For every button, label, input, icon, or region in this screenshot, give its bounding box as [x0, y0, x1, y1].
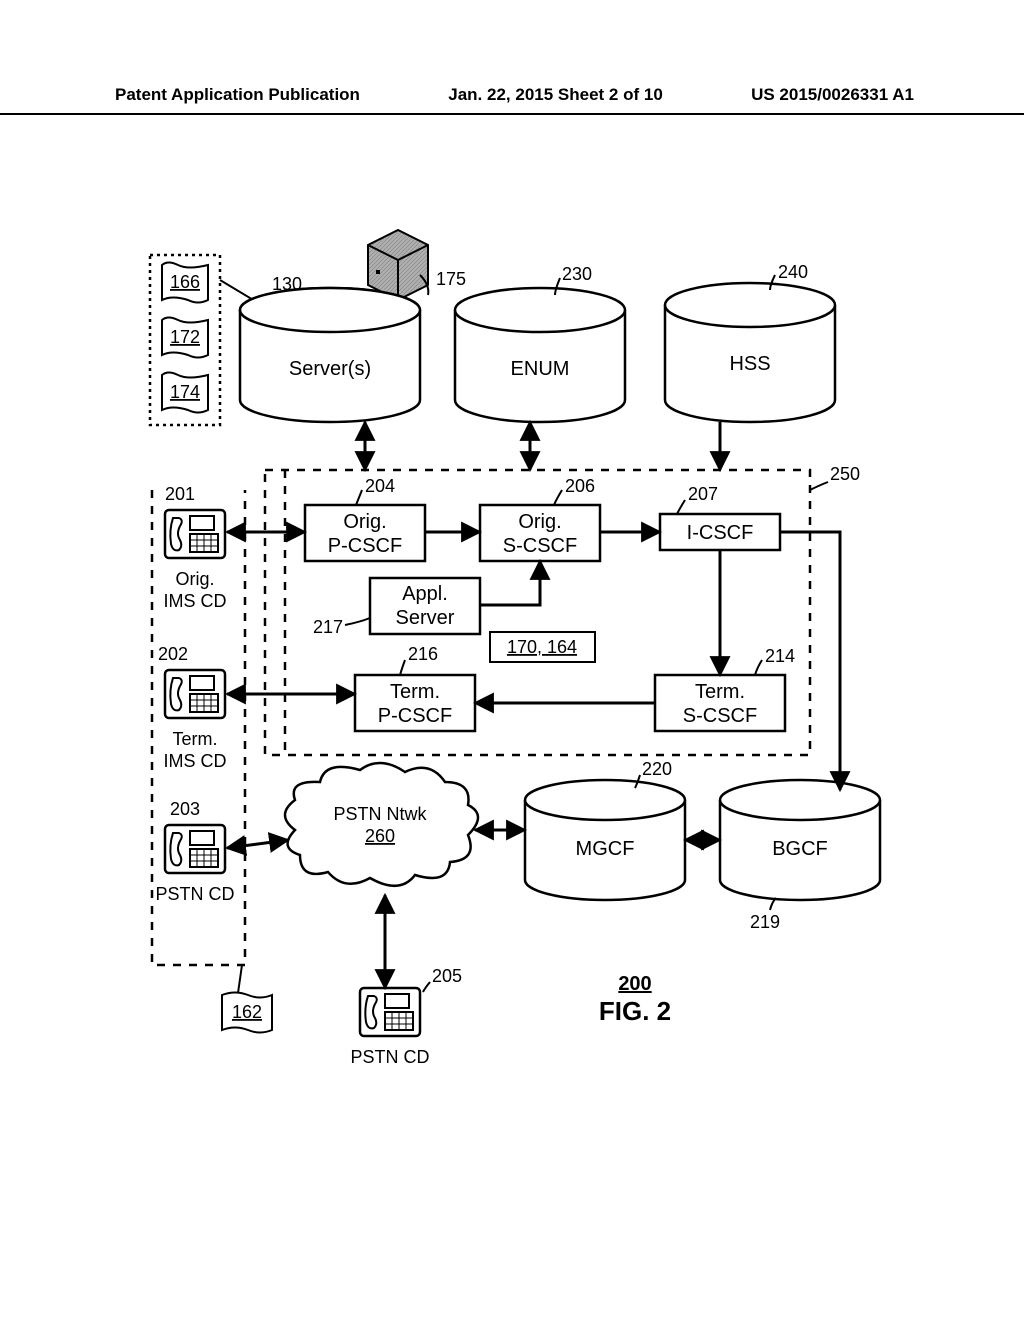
svg-text:S-CSCF: S-CSCF — [503, 535, 577, 557]
icscf-label: I-CSCF — [687, 522, 754, 544]
header-left: Patent Application Publication — [115, 85, 360, 105]
svg-text:Server: Server — [396, 607, 455, 629]
servers-label: Server(s) — [289, 358, 371, 380]
page: Patent Application Publication Jan. 22, … — [0, 0, 1024, 1320]
ref-207: 207 — [688, 484, 718, 504]
term-imscd-l1: Term. — [173, 729, 218, 749]
ref-230: 230 — [562, 264, 592, 284]
svg-text:Term.: Term. — [695, 681, 745, 703]
ref-205: 205 — [432, 966, 462, 986]
ref-203: 203 — [170, 799, 200, 819]
phone-203 — [165, 825, 225, 873]
term-imscd-l2: IMS CD — [164, 751, 227, 771]
hss-label: HSS — [729, 353, 770, 375]
pstn-ntwk-label: PSTN Ntwk — [333, 804, 427, 824]
svg-text:P-CSCF: P-CSCF — [328, 535, 402, 557]
pstn-cd-l1: PSTN CD — [155, 884, 234, 904]
svg-text:Appl.: Appl. — [402, 583, 448, 605]
svg-text:Term.: Term. — [390, 681, 440, 703]
ref-162: 162 — [232, 1002, 262, 1022]
mgcf-label: MGCF — [576, 838, 635, 860]
svg-text:P-CSCF: P-CSCF — [378, 705, 452, 727]
ref-202: 202 — [158, 644, 188, 664]
diagram: 166 172 174 Serv — [110, 200, 890, 1100]
pstn-cloud: PSTN Ntwk 260 — [285, 763, 478, 886]
svg-text:Orig.: Orig. — [343, 511, 386, 533]
enum-label: ENUM — [511, 358, 570, 380]
page-header: Patent Application Publication Jan. 22, … — [0, 85, 1024, 115]
ref-216: 216 — [408, 644, 438, 664]
ref-166: 166 — [170, 272, 200, 292]
orig-imscd-l2: IMS CD — [164, 591, 227, 611]
phone-201 — [165, 510, 225, 558]
ref-201: 201 — [165, 484, 195, 504]
ref-220: 220 — [642, 759, 672, 779]
ref-170-164: 170, 164 — [507, 637, 577, 657]
server-icon — [368, 230, 428, 300]
pstn-cd-205: PSTN CD — [350, 1047, 429, 1067]
ref-240: 240 — [778, 262, 808, 282]
ref-172: 172 — [170, 327, 200, 347]
fig-title: FIG. 2 — [599, 996, 671, 1026]
orig-imscd-l1: Orig. — [175, 569, 214, 589]
flag-162: 162 — [222, 993, 272, 1033]
servers-cylinder: Server(s) — [240, 288, 420, 422]
header-right: US 2015/0026331 A1 — [751, 85, 914, 105]
flag-174: 174 — [162, 373, 208, 413]
ref-214: 214 — [765, 646, 795, 666]
ref-219: 219 — [750, 912, 780, 932]
bgcf-cylinder: BGCF — [720, 780, 880, 900]
mgcf-cylinder: MGCF — [525, 780, 685, 900]
ref-204: 204 — [365, 476, 395, 496]
ref-250: 250 — [830, 464, 860, 484]
phone-202 — [165, 670, 225, 718]
svg-text:Orig.: Orig. — [518, 511, 561, 533]
ref-130: 130 — [272, 274, 302, 294]
hss-cylinder: HSS — [665, 283, 835, 422]
svg-text:S-CSCF: S-CSCF — [683, 705, 757, 727]
ref-260: 260 — [365, 826, 395, 846]
ref-174: 174 — [170, 382, 200, 402]
enum-cylinder: ENUM — [455, 288, 625, 422]
ref-175: 175 — [436, 269, 466, 289]
fig-num: 200 — [618, 973, 651, 995]
bgcf-label: BGCF — [772, 838, 828, 860]
ref-206: 206 — [565, 476, 595, 496]
flag-166: 166 — [162, 263, 208, 303]
header-center: Jan. 22, 2015 Sheet 2 of 10 — [448, 85, 663, 105]
phone-205 — [360, 988, 420, 1036]
flag-172: 172 — [162, 318, 208, 358]
ref-217: 217 — [313, 617, 343, 637]
